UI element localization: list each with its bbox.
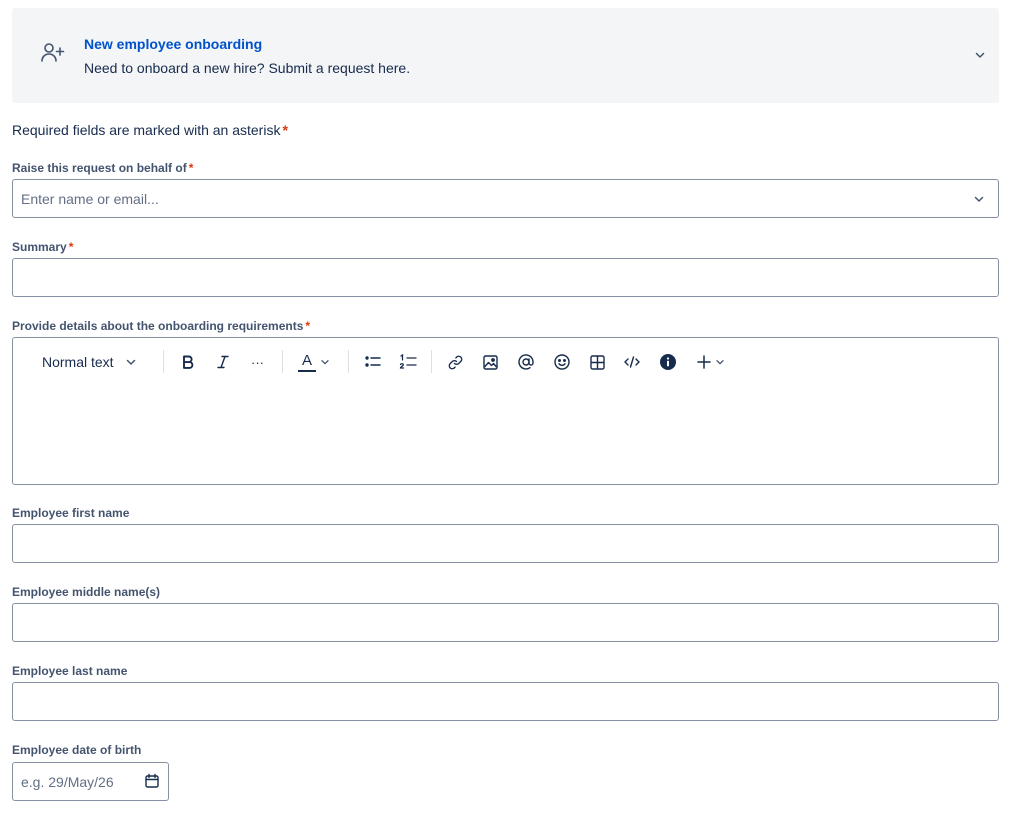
last-name-input[interactable] <box>13 683 998 720</box>
details-label: Provide details about the onboarding req… <box>12 319 310 333</box>
image-icon <box>483 354 498 370</box>
calendar-icon[interactable] <box>144 773 160 789</box>
on-behalf-select[interactable] <box>12 179 999 218</box>
text-color-swatch <box>298 369 316 372</box>
more-formatting-button[interactable]: ··· <box>251 351 264 373</box>
mention-button[interactable] <box>517 351 535 373</box>
summary-label: Summary * <box>12 240 73 254</box>
bold-button[interactable] <box>180 351 196 373</box>
last-name-field[interactable] <box>12 682 999 721</box>
middle-name-field[interactable] <box>12 603 999 642</box>
on-behalf-input[interactable] <box>13 180 998 217</box>
image-button[interactable] <box>482 351 499 373</box>
required-fields-note: Required fields are marked with an aster… <box>12 122 288 138</box>
required-marker: * <box>282 122 288 138</box>
table-button[interactable] <box>589 351 606 373</box>
summary-input[interactable] <box>13 259 998 296</box>
toolbar-divider <box>282 350 283 373</box>
details-editor[interactable]: Normal text ··· A <box>12 337 999 485</box>
required-marker: * <box>305 319 311 333</box>
text-style-label: Normal text <box>42 354 114 370</box>
chevron-down-icon[interactable] <box>973 48 987 62</box>
italic-button[interactable] <box>215 351 231 373</box>
chevron-down-icon <box>321 360 329 365</box>
chevron-down-icon <box>716 360 724 365</box>
request-type-description: Need to onboard a new hire? Submit a req… <box>84 60 411 76</box>
on-behalf-label-text: Raise this request on behalf of <box>12 161 187 175</box>
summary-field[interactable] <box>12 258 999 297</box>
first-name-field[interactable] <box>12 524 999 563</box>
text-color-letter: A <box>301 351 312 369</box>
code-button[interactable] <box>623 351 641 373</box>
code-icon <box>624 356 640 368</box>
chevron-down-icon <box>126 359 135 365</box>
table-icon <box>590 354 605 370</box>
request-form-page: New employee onboarding Need to onboard … <box>0 0 1024 813</box>
last-name-label: Employee last name <box>12 664 128 678</box>
required-marker: * <box>68 240 74 254</box>
toolbar-divider <box>431 350 432 373</box>
dob-field[interactable] <box>12 762 169 801</box>
required-marker: * <box>188 161 194 175</box>
bullet-list-icon <box>365 356 381 367</box>
dob-input[interactable] <box>13 763 133 800</box>
numbered-list-icon <box>399 353 417 369</box>
info-panel-button[interactable] <box>659 351 677 373</box>
text-color-button[interactable]: A <box>298 351 331 373</box>
insert-more-button[interactable] <box>696 351 726 373</box>
more-formatting-label: ··· <box>251 354 264 370</box>
editor-content-area[interactable] <box>13 384 998 484</box>
text-style-dropdown[interactable]: Normal text <box>42 351 138 373</box>
emoji-icon <box>554 354 570 370</box>
link-icon <box>448 355 463 369</box>
on-behalf-label: Raise this request on behalf of * <box>12 161 193 175</box>
add-user-icon <box>41 43 65 62</box>
first-name-input[interactable] <box>13 525 998 562</box>
info-icon <box>660 354 676 370</box>
middle-name-label: Employee middle name(s) <box>12 585 161 599</box>
chevron-down-icon[interactable] <box>972 192 986 206</box>
bold-icon <box>183 355 194 369</box>
toolbar-divider <box>163 350 164 373</box>
middle-name-input[interactable] <box>13 604 998 641</box>
dob-label: Employee date of birth <box>12 743 142 757</box>
plus-icon <box>697 355 711 369</box>
bullet-list-button[interactable] <box>364 351 382 373</box>
first-name-label: Employee first name <box>12 506 130 520</box>
emoji-button[interactable] <box>553 351 571 373</box>
link-button[interactable] <box>447 351 464 373</box>
required-note-text: Required fields are marked with an aster… <box>12 122 281 138</box>
italic-icon <box>217 355 229 369</box>
details-label-text: Provide details about the onboarding req… <box>12 319 304 333</box>
toolbar-divider <box>348 350 349 373</box>
editor-toolbar: Normal text ··· A <box>13 338 998 384</box>
request-type-title: New employee onboarding <box>84 36 263 52</box>
request-type-card[interactable]: New employee onboarding Need to onboard … <box>12 8 999 103</box>
numbered-list-button[interactable] <box>399 351 417 373</box>
summary-label-text: Summary <box>12 240 67 254</box>
text-color-icon: A <box>298 353 316 372</box>
mention-icon <box>518 354 534 370</box>
